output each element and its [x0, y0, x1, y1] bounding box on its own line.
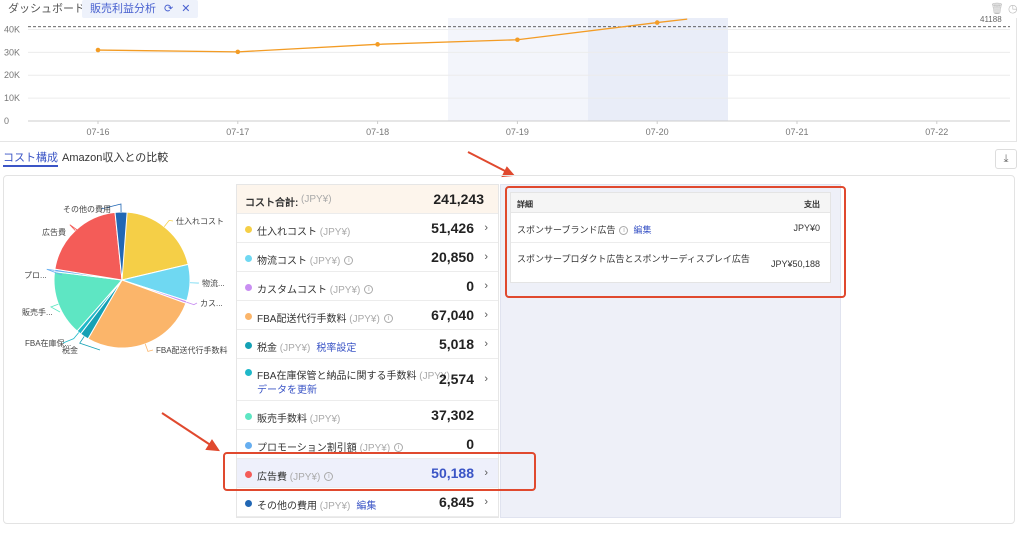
cost-row-value: 0 — [466, 435, 474, 452]
pie-label: 広告費 — [42, 228, 66, 237]
highlight-box-detail — [505, 186, 846, 298]
info-icon: i — [344, 256, 354, 266]
cost-row[interactable]: 仕入れコスト (JPY¥) 51,426 › — [237, 214, 498, 243]
chevron-right-icon[interactable]: › — [484, 373, 488, 385]
legend-dot — [245, 369, 252, 376]
cost-row-value: 20,850 — [431, 248, 474, 265]
pie-label: 販売手... — [22, 308, 53, 317]
pie-label: 物流... — [202, 279, 225, 288]
legend-dot — [245, 441, 252, 449]
pie-leader-line — [186, 301, 198, 306]
legend-dot — [245, 341, 252, 349]
total-unit: (JPY¥) — [301, 194, 332, 205]
total-value: 241,243 — [433, 191, 484, 207]
cost-row-value: 2,574 — [438, 371, 474, 387]
info-icon: i — [364, 285, 374, 295]
cost-row-label: その他の費用 (JPY¥) 編集 — [257, 500, 377, 512]
cost-row[interactable]: 物流コスト (JPY¥) i 20,850 › — [237, 243, 498, 272]
info-icon: i — [394, 443, 404, 453]
total-label: コスト合計: — [245, 198, 299, 209]
cost-row[interactable]: FBA在庫保管と納品に関する手数料 (JPY¥) データを更新 2,574 › — [237, 359, 498, 401]
pie-label: FBA在庫保... — [25, 339, 72, 348]
cost-row[interactable]: 税金 (JPY¥) 税率設定 5,018 › — [237, 330, 498, 359]
legend-dot — [245, 499, 252, 507]
chevron-right-icon[interactable]: › — [484, 222, 488, 234]
pie-label: FBA配送代行手数料 — [156, 346, 228, 355]
pie-label: カス... — [200, 299, 223, 308]
pie-label: その他の費用 — [63, 205, 111, 214]
cost-row-label: カスタムコスト (JPY¥) i — [257, 281, 374, 296]
legend-dot — [245, 412, 252, 420]
cost-row-label: FBA在庫保管と納品に関する手数料 (JPY¥) — [257, 371, 450, 382]
cost-row-value: 5,018 — [438, 335, 474, 352]
cost-row[interactable]: その他の費用 (JPY¥) 編集 6,845 › — [237, 488, 498, 517]
pie-leader-line — [163, 219, 174, 227]
update-data-link[interactable]: データを更新 — [257, 381, 317, 396]
chevron-right-icon[interactable]: › — [484, 496, 488, 508]
chevron-right-icon[interactable]: › — [484, 251, 488, 263]
legend-dot — [245, 283, 252, 291]
pie-slice — [54, 211, 123, 281]
legend-dot — [245, 254, 252, 262]
cost-row-value: 51,426 — [431, 219, 474, 236]
chevron-right-icon[interactable]: › — [484, 309, 488, 321]
cost-row-value: 67,040 — [431, 306, 474, 323]
cost-row[interactable]: FBA配送代行手数料 (JPY¥) i 67,040 › — [237, 301, 498, 330]
cost-row-value: 37,302 — [431, 406, 474, 423]
cost-row[interactable]: カスタムコスト (JPY¥) i 0 › — [237, 272, 498, 301]
pie-label: 仕入れコスト — [176, 217, 224, 226]
cost-row[interactable]: 販売手数料 (JPY¥) 37,302 — [237, 401, 498, 430]
highlight-box-ad-cost — [223, 452, 536, 491]
cost-row-label: 税金 (JPY¥) 税率設定 — [257, 342, 357, 354]
cost-row-label: 物流コスト (JPY¥) i — [257, 252, 354, 267]
legend-dot — [245, 225, 252, 233]
row-link[interactable]: 税率設定 — [316, 343, 356, 354]
cost-row-value: 0 — [466, 277, 474, 294]
chevron-right-icon[interactable]: › — [484, 280, 488, 292]
cost-row-label: 仕入れコスト (JPY¥) — [257, 226, 351, 238]
pie-leader-line — [144, 343, 154, 352]
pie-label: プロ... — [24, 271, 47, 280]
cost-row-value: 6,845 — [438, 493, 474, 510]
cost-total-row: コスト合計: (JPY¥) 241,243 — [237, 185, 498, 214]
legend-dot — [245, 312, 252, 320]
cost-row-label: 販売手数料 (JPY¥) — [257, 413, 341, 425]
info-icon: i — [383, 314, 393, 324]
row-link[interactable]: 編集 — [356, 501, 376, 512]
chevron-right-icon[interactable]: › — [484, 338, 488, 350]
cost-row-label: FBA配送代行手数料 (JPY¥) i — [257, 310, 393, 325]
